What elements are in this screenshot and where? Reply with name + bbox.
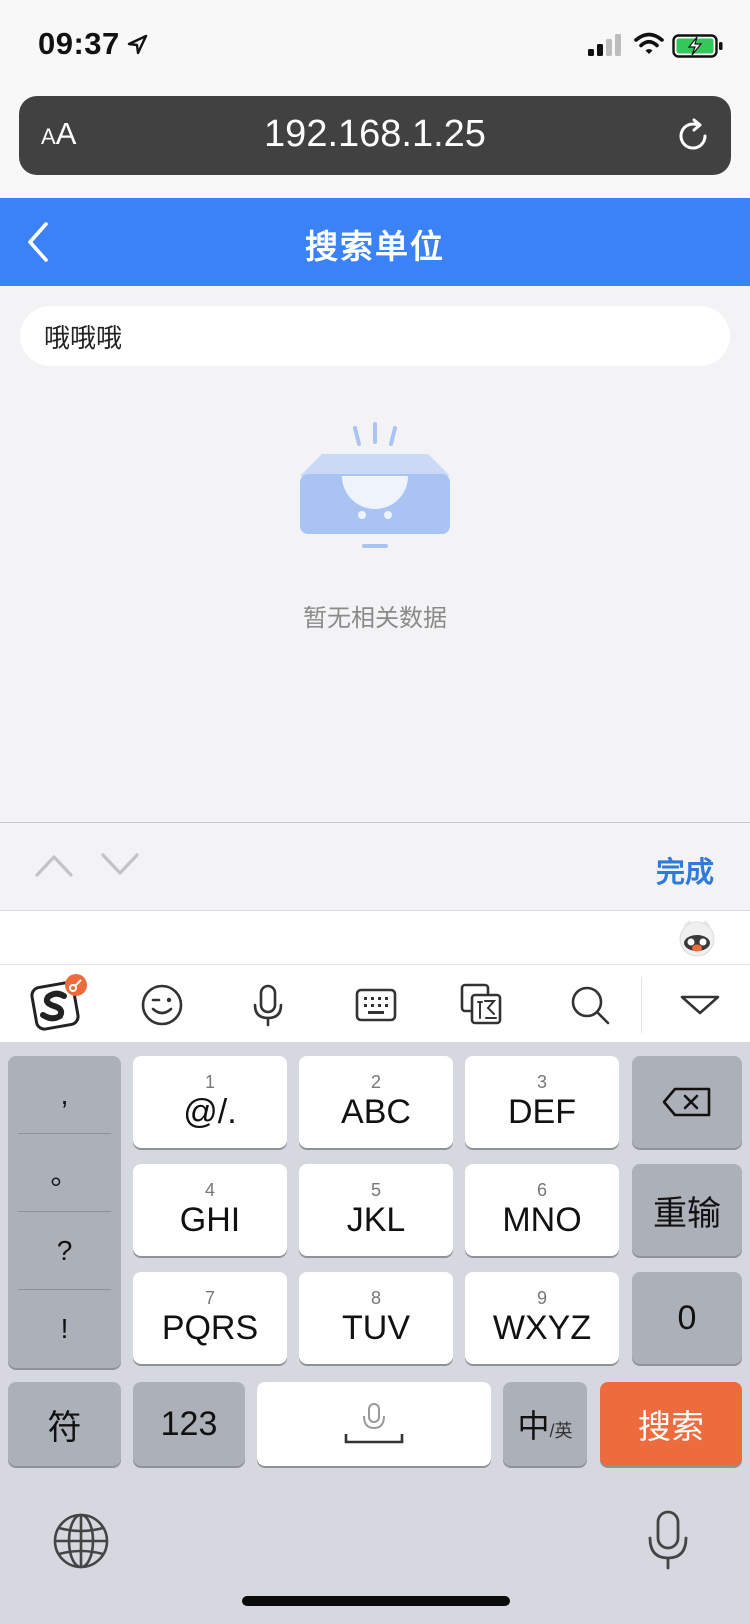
- sogou-logo-icon[interactable]: [28, 971, 90, 1033]
- key-number: 3: [536, 1072, 547, 1092]
- key-label: JKL: [346, 1201, 406, 1239]
- dictation-mic-icon[interactable]: [646, 1510, 690, 1572]
- key-number: 1: [204, 1072, 215, 1092]
- key-label: DEF: [508, 1093, 576, 1131]
- chinese-english-toggle-key[interactable]: 中/英: [503, 1382, 587, 1466]
- keyboard: , 。 ? ! 1 @/. 2 ABC 3 DEF 4 GHI 5 JKL 6 …: [0, 1042, 750, 1624]
- globe-icon[interactable]: [52, 1512, 110, 1570]
- keyboard-layout-icon[interactable]: [352, 981, 400, 1029]
- next-field-chevron-down-icon[interactable]: [100, 851, 140, 879]
- page-title: 搜索单位: [305, 228, 445, 265]
- status-time: 09:37: [38, 26, 120, 61]
- key-number: 7: [204, 1288, 215, 1308]
- battery-charging-icon: [672, 34, 723, 58]
- wifi-icon: [634, 32, 664, 54]
- location-arrow-icon: [127, 34, 148, 55]
- punct-exclaim-key[interactable]: !: [18, 1290, 111, 1368]
- key-number: 8: [370, 1288, 381, 1308]
- previous-field-chevron-up-icon[interactable]: [34, 851, 74, 879]
- key-label: PQRS: [161, 1309, 259, 1347]
- search-input[interactable]: [44, 306, 704, 366]
- backspace-icon: [662, 1087, 711, 1117]
- key-label: WXYZ: [492, 1309, 592, 1347]
- lang-main-label: 中: [517, 1408, 550, 1444]
- key-4[interactable]: 4 GHI: [133, 1164, 287, 1256]
- punct-comma-key[interactable]: ,: [18, 1056, 111, 1134]
- key-9[interactable]: 9 WXYZ: [465, 1272, 619, 1364]
- key-1[interactable]: 1 @/.: [133, 1056, 287, 1148]
- key-8[interactable]: 8 TUV: [299, 1272, 453, 1364]
- key-label: @/.: [183, 1093, 237, 1131]
- key-number: 9: [536, 1288, 547, 1308]
- key-3[interactable]: 3 DEF: [465, 1056, 619, 1148]
- hide-keyboard-triangle-icon[interactable]: [676, 981, 724, 1029]
- emoji-icon[interactable]: [138, 981, 186, 1029]
- translate-icon[interactable]: [458, 981, 506, 1029]
- home-indicator[interactable]: [242, 1596, 510, 1606]
- key-0[interactable]: 0: [632, 1272, 742, 1364]
- browser-url-area: AA 192.168.1.25: [0, 90, 750, 198]
- keyboard-candidate-strip: [0, 910, 750, 964]
- status-bar: 09:37: [0, 0, 750, 90]
- space-mic-icon: [344, 1403, 404, 1444]
- space-key[interactable]: [257, 1382, 491, 1466]
- key-number: 6: [536, 1180, 547, 1200]
- key-number: 2: [370, 1072, 381, 1092]
- url-bar[interactable]: AA 192.168.1.25: [19, 96, 731, 175]
- key-2[interactable]: 2 ABC: [299, 1056, 453, 1148]
- cellular-signal-icon: [588, 34, 621, 56]
- lang-sub-label: /英: [549, 1421, 573, 1441]
- backspace-button[interactable]: [632, 1056, 742, 1148]
- search-box: [20, 306, 730, 366]
- empty-state-text: 暂无相关数据: [303, 605, 447, 632]
- keyboard-accessory-bar: 完成: [0, 822, 750, 910]
- mascot-icon[interactable]: [676, 917, 718, 959]
- key-label: TUV: [342, 1309, 410, 1347]
- key-7[interactable]: 7 PQRS: [133, 1272, 287, 1364]
- voice-input-icon[interactable]: [244, 981, 292, 1029]
- key-label: MNO: [502, 1201, 582, 1239]
- reload-icon[interactable]: [675, 118, 711, 154]
- numeric-key[interactable]: 123: [133, 1382, 245, 1466]
- key-number: 5: [370, 1180, 381, 1200]
- key-6[interactable]: 6 MNO: [465, 1164, 619, 1256]
- punct-question-key[interactable]: ?: [18, 1212, 111, 1290]
- toolbar-divider: [641, 977, 642, 1033]
- punctuation-column[interactable]: , 。 ? !: [8, 1056, 121, 1368]
- key-label: GHI: [179, 1201, 241, 1239]
- url-text[interactable]: 192.168.1.25: [19, 113, 731, 156]
- key-5[interactable]: 5 JKL: [299, 1164, 453, 1256]
- punct-period-key[interactable]: 。: [18, 1134, 111, 1212]
- key-label: ABC: [341, 1093, 411, 1131]
- key-number: 4: [204, 1180, 215, 1200]
- empty-inbox-icon: [300, 422, 450, 548]
- search-button[interactable]: 搜索: [600, 1382, 742, 1466]
- done-button[interactable]: 完成: [656, 849, 714, 891]
- search-icon[interactable]: [566, 981, 614, 1029]
- keyboard-toolbar: [0, 964, 750, 1042]
- reset-button[interactable]: 重输: [632, 1164, 742, 1256]
- symbol-key[interactable]: 符: [8, 1382, 121, 1466]
- nav-bar: 搜索单位: [0, 198, 750, 286]
